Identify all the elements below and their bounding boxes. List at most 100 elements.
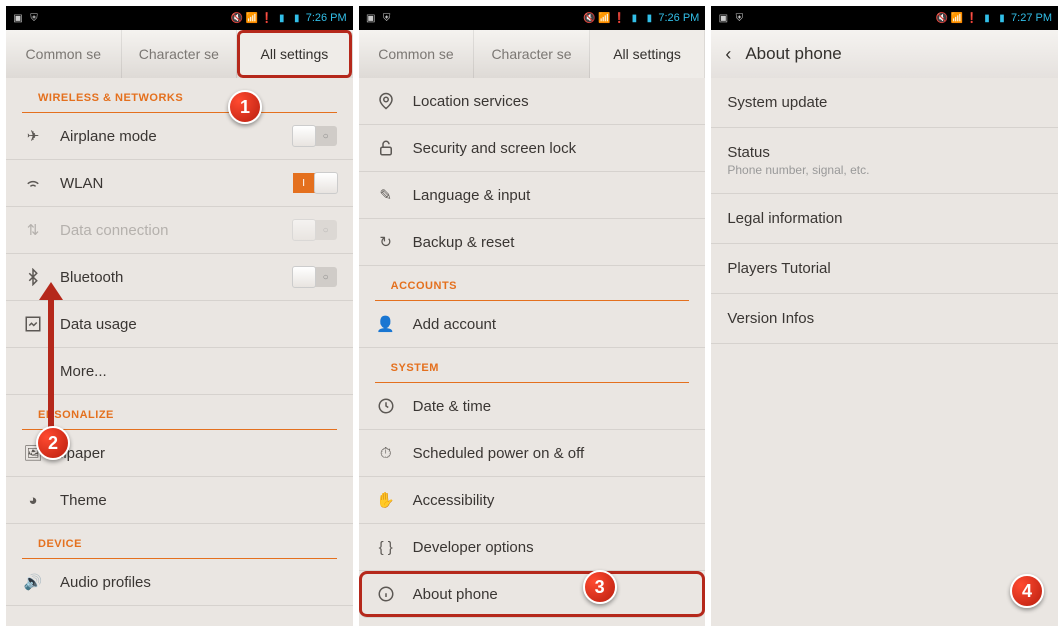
item-label: Developer options: [413, 539, 534, 556]
item-label: Audio profiles: [60, 574, 151, 591]
item-backup[interactable]: ↻ Backup & reset: [359, 219, 706, 266]
item-label: System update: [727, 94, 1042, 111]
section-accounts: ACCOUNTS: [375, 266, 690, 301]
wlan-toggle[interactable]: I: [293, 173, 337, 193]
image-icon: ▣: [365, 12, 377, 24]
title-bar: ‹ About phone: [711, 30, 1058, 78]
item-label: Location services: [413, 93, 529, 110]
pen-icon: ✎: [375, 184, 397, 206]
item-language[interactable]: ✎Language & input: [359, 172, 706, 219]
item-version[interactable]: Version Infos: [711, 294, 1058, 344]
item-label: Airplane mode: [60, 128, 157, 145]
tab-all-settings[interactable]: All settings: [590, 30, 706, 78]
item-wlan[interactable]: WLAN I: [6, 160, 353, 207]
badge-1: 1: [228, 90, 262, 124]
backup-icon: ↻: [375, 231, 397, 253]
tab-common[interactable]: Common se: [359, 30, 475, 78]
alert-icon: ❗: [261, 12, 273, 24]
tab-character[interactable]: Character se: [122, 30, 238, 78]
item-more[interactable]: More...: [6, 348, 353, 395]
item-scheduled[interactable]: ⏱Scheduled power on & off: [359, 430, 706, 477]
item-label: Backup & reset: [413, 234, 515, 251]
tabs: Common se Character se All settings: [359, 30, 706, 78]
tabs: Common se Character se All settings: [6, 30, 353, 78]
info-icon: [375, 583, 397, 605]
battery-icon: ▮: [291, 12, 303, 24]
section-personalize: ERSONALIZE: [22, 395, 337, 430]
settings-list[interactable]: Location services Security and screen lo…: [359, 78, 706, 626]
tab-all-settings[interactable]: All settings: [237, 30, 353, 78]
item-security[interactable]: Security and screen lock: [359, 125, 706, 172]
battery-icon: ▮: [643, 12, 655, 24]
clock: 7:27 PM: [1011, 12, 1052, 24]
item-label: Date & time: [413, 398, 491, 415]
clock: 7:26 PM: [306, 12, 347, 24]
item-developer[interactable]: { }Developer options: [359, 524, 706, 571]
item-airplane[interactable]: ✈ Airplane mode ○: [6, 113, 353, 160]
item-label: WLAN: [60, 175, 103, 192]
item-status[interactable]: Status Phone number, signal, etc.: [711, 128, 1058, 194]
settings-list[interactable]: WIRELESS & NETWORKS ✈ Airplane mode ○ WL…: [6, 78, 353, 626]
item-data-usage[interactable]: Data usage: [6, 301, 353, 348]
item-sublabel: Phone number, signal, etc.: [727, 163, 1042, 177]
item-label: Players Tutorial: [727, 260, 1042, 277]
item-label: Status: [727, 144, 1042, 161]
signal-icon: ▮: [981, 12, 993, 24]
shield-icon: ⛨: [733, 12, 745, 24]
status-bar: ▣⛨ 🔇📶❗▮▮7:26 PM: [359, 6, 706, 30]
mute-icon: 🔇: [583, 12, 595, 24]
clock-icon: [375, 395, 397, 417]
item-location[interactable]: Location services: [359, 78, 706, 125]
scroll-arrow: [48, 296, 54, 446]
wifi-icon: [22, 172, 44, 194]
status-bar: ▣⛨ 🔇📶❗▮▮7:27 PM: [711, 6, 1058, 30]
shield-icon: ⛨: [381, 12, 393, 24]
badge-2: 2: [36, 426, 70, 460]
item-audio[interactable]: 🔊 Audio profiles: [6, 559, 353, 606]
mute-icon: 🔇: [231, 12, 243, 24]
item-label: Add account: [413, 316, 496, 333]
item-legal[interactable]: Legal information: [711, 194, 1058, 244]
item-label: About phone: [413, 586, 498, 603]
airplane-toggle[interactable]: ○: [293, 126, 337, 146]
tab-character[interactable]: Character se: [474, 30, 590, 78]
item-label: Legal information: [727, 210, 1042, 227]
item-about-phone[interactable]: About phone: [359, 571, 706, 618]
signal-icon: ▮: [276, 12, 288, 24]
alert-icon: ❗: [966, 12, 978, 24]
item-data-connection: ⇅ Data connection ○: [6, 207, 353, 254]
item-accessibility[interactable]: ✋Accessibility: [359, 477, 706, 524]
status-bar: ▣ ⛨ 🔇 📶 ❗ ▮ ▮ 7:26 PM: [6, 6, 353, 30]
section-device: DEVICE: [22, 524, 337, 559]
item-label: Version Infos: [727, 310, 1042, 327]
location-icon: [375, 90, 397, 112]
item-label: Security and screen lock: [413, 140, 576, 157]
data-toggle: ○: [293, 220, 337, 240]
usage-icon: [22, 313, 44, 335]
item-label: Bluetooth: [60, 269, 123, 286]
item-datetime[interactable]: Date & time: [359, 383, 706, 430]
back-button[interactable]: ‹: [725, 44, 731, 65]
tab-common[interactable]: Common se: [6, 30, 122, 78]
theme-icon: ◕: [22, 489, 44, 511]
item-system-update[interactable]: System update: [711, 78, 1058, 128]
timer-icon: ⏱: [375, 442, 397, 464]
audio-icon: 🔊: [22, 571, 44, 593]
clock: 7:26 PM: [658, 12, 699, 24]
item-theme[interactable]: ◕ Theme: [6, 477, 353, 524]
battery-icon: ▮: [996, 12, 1008, 24]
item-label: More...: [60, 363, 107, 380]
item-add-account[interactable]: 👤Add account: [359, 301, 706, 348]
hand-icon: ✋: [375, 489, 397, 511]
item-label: Data connection: [60, 222, 168, 239]
section-wireless: WIRELESS & NETWORKS: [22, 78, 337, 113]
item-label: Data usage: [60, 316, 137, 333]
about-list[interactable]: System update Status Phone number, signal…: [711, 78, 1058, 626]
bluetooth-toggle[interactable]: ○: [293, 267, 337, 287]
data-icon: ⇅: [22, 219, 44, 241]
section-system: SYSTEM: [375, 348, 690, 383]
wifi-icon: 📶: [598, 12, 610, 24]
item-tutorial[interactable]: Players Tutorial: [711, 244, 1058, 294]
lock-icon: [375, 137, 397, 159]
badge-3: 3: [583, 570, 617, 604]
